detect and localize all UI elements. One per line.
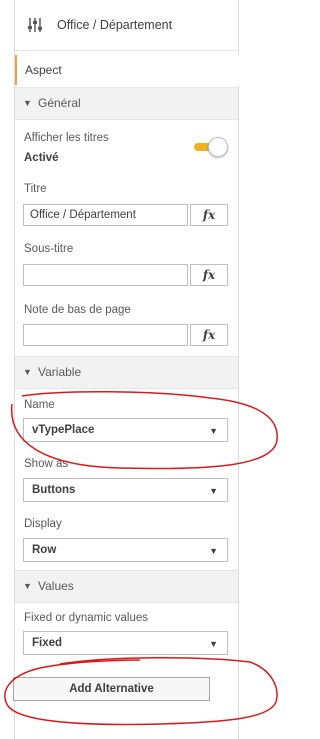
section-values-title: Values <box>38 579 74 593</box>
add-alternative-button[interactable]: Add Alternative <box>13 677 210 701</box>
subtitle-input[interactable] <box>23 264 188 286</box>
panel-title: Office / Département <box>57 18 173 32</box>
toggle-knob <box>208 137 228 157</box>
show-titles-status: Activé <box>24 152 59 164</box>
fixed-dynamic-dropdown-value: Fixed <box>32 637 63 649</box>
section-values[interactable]: ▼ Values <box>15 570 238 603</box>
display-dropdown[interactable]: Row ▼ <box>23 538 228 562</box>
collapse-triangle-icon: ▼ <box>23 98 32 108</box>
section-variable-title: Variable <box>38 365 82 379</box>
show-as-dropdown[interactable]: Buttons ▼ <box>23 478 228 502</box>
show-as-dropdown-value: Buttons <box>32 484 76 496</box>
fixed-dynamic-label: Fixed or dynamic values <box>24 612 148 624</box>
name-dropdown[interactable]: vTypePlace ▼ <box>23 418 228 442</box>
caret-down-icon: ▼ <box>209 546 218 556</box>
name-label: Name <box>24 399 55 411</box>
show-titles-toggle[interactable] <box>194 137 230 157</box>
display-label: Display <box>24 518 62 530</box>
panel-header: Office / Département <box>15 0 238 51</box>
section-variable[interactable]: ▼ Variable <box>15 356 238 389</box>
title-input[interactable]: Office / Département <box>23 204 188 226</box>
footnote-label: Note de bas de page <box>24 304 131 316</box>
title-label: Titre <box>24 183 47 195</box>
caret-down-icon: ▼ <box>209 639 218 649</box>
properties-panel: Office / Département Aspect ▼ Général Af… <box>14 0 240 739</box>
tab-aspect-label: Aspect <box>25 63 62 77</box>
caret-down-icon: ▼ <box>209 426 218 436</box>
fixed-dynamic-dropdown[interactable]: Fixed ▼ <box>23 631 228 655</box>
section-general-title: Général <box>38 96 81 110</box>
footnote-expression-button[interactable]: fx <box>190 324 228 346</box>
tab-aspect[interactable]: Aspect <box>15 55 240 85</box>
collapse-triangle-icon: ▼ <box>23 581 32 591</box>
collapse-triangle-icon: ▼ <box>23 367 32 377</box>
show-as-label: Show as <box>24 458 69 470</box>
display-dropdown-value: Row <box>32 544 57 556</box>
footnote-input[interactable] <box>23 324 188 346</box>
show-titles-label: Afficher les titres <box>24 132 109 144</box>
sliders-icon <box>28 18 42 32</box>
title-expression-button[interactable]: fx <box>190 204 228 226</box>
subtitle-expression-button[interactable]: fx <box>190 264 228 286</box>
subtitle-label: Sous-titre <box>24 243 74 255</box>
section-general[interactable]: ▼ Général <box>15 87 238 120</box>
name-dropdown-value: vTypePlace <box>32 424 95 436</box>
caret-down-icon: ▼ <box>209 486 218 496</box>
